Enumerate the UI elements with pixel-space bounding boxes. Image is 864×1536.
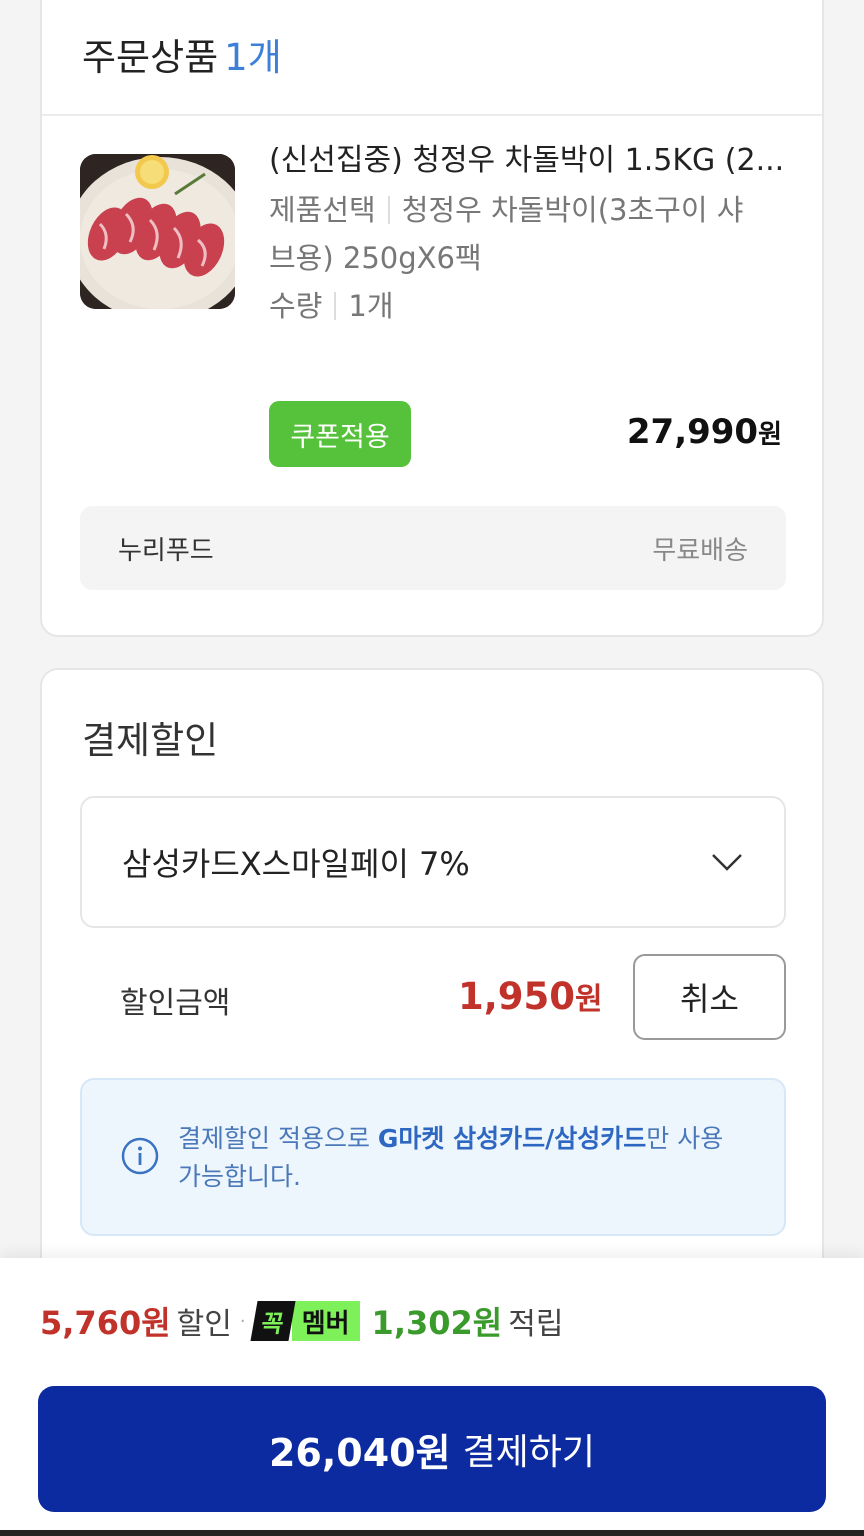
product-title[interactable]: (신선집중) 청정우 차돌박이 1.5KG (2... [269,142,789,180]
order-count: 1개 [224,36,282,79]
pay-amount: 26,040원 [268,1430,451,1475]
selected-card-discount: 삼성카드X스마일페이 7% [122,845,470,883]
total-discount: 5,760원 [40,1304,171,1342]
discount-unit: 원 [575,982,603,1017]
product-info: (신선집중) 청정우 차돌박이 1.5KG (2... 제품선택 청정우 차돌박이… [269,142,789,330]
apply-coupon-button[interactable]: 쿠폰적용 [269,401,411,467]
option-label: 제품선택 [269,193,376,227]
order-product-card: 주문상품 1개 (신선집중) 청정우 차돌박이 1.5KG (2... 제품선택… [40,0,824,637]
option-value: 청정우 차돌박이(3초구이 샤 [401,193,744,227]
quantity-line: 수량 1개 [269,282,789,330]
reward-points: 1,302원 [371,1304,503,1342]
quantity-value: 1개 [348,289,394,323]
payment-discount-title: 결제할인 [82,719,219,762]
card-discount-select[interactable]: 삼성카드X스마일페이 7% [80,796,786,928]
benefit-summary: 5,760원 할인 · 꼭 멤버 1,302원 적립 [40,1298,563,1344]
seller-name: 누리푸드 [118,535,214,566]
payment-discount-card: 결제할인 삼성카드X스마일페이 7% 할인금액 1,950원 취소 결제할인 적… [40,668,824,1308]
order-heading: 주문상품 [82,36,219,79]
checkout-bottom-bar: 5,760원 할인 · 꼭 멤버 1,302원 적립 26,040원 결제하기 [0,1258,864,1536]
order-header: 주문상품 1개 [42,0,822,116]
discount-value: 1,950 [458,975,576,1018]
system-home-bar [0,1530,864,1536]
option-value-continued: 브용) 250gX6팩 [269,241,482,275]
divider [334,292,337,320]
option-line: 제품선택 청정우 차돌박이(3초구이 샤 [269,186,789,234]
member-badge-label: 멤버 [291,1301,360,1341]
cancel-discount-button[interactable]: 취소 [633,954,786,1040]
shipping-fee: 무료배송 [652,535,748,566]
beef-plate-image [80,154,235,309]
price-value: 27,990 [626,412,759,452]
points-word: 적립 [508,1307,564,1342]
separator-dot: · [239,1310,246,1332]
discount-word: 할인 [176,1307,232,1342]
notice-highlight: G마켓 삼성카드/삼성카드 [377,1124,647,1153]
product-thumbnail[interactable] [80,154,235,309]
chevron-down-icon [710,845,744,879]
quantity-label: 수량 [269,289,323,323]
discount-amount-label: 할인금액 [120,986,231,1021]
divider [387,196,390,224]
member-badge-mark: 꼭 [250,1301,296,1341]
product-price: 27,990원 [627,412,782,452]
discount-amount: 1,950원 [458,974,603,1018]
notice-text-pre: 결제할인 적용으로 [178,1124,378,1153]
discount-notice: 결제할인 적용으로 G마켓 삼성카드/삼성카드만 사용 가능합니다. [80,1078,786,1236]
info-icon [120,1136,160,1176]
pay-button[interactable]: 26,040원 결제하기 [38,1386,826,1512]
price-unit: 원 [758,420,782,450]
seller-shipping-box: 누리푸드 무료배송 [80,506,786,590]
pay-label: 결제하기 [462,1432,596,1473]
member-badge: 꼭 멤버 [250,1301,360,1341]
